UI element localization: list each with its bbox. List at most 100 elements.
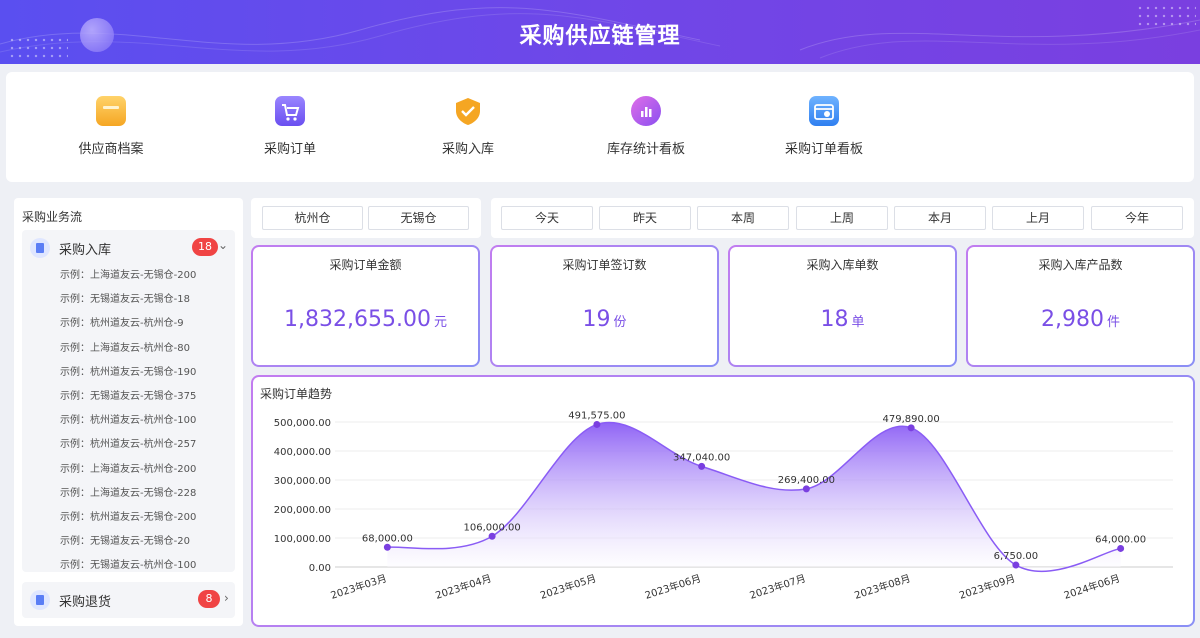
warehouse-button[interactable]: 杭州仓 bbox=[262, 206, 363, 230]
flow-group-header[interactable]: 采购退货 8 › bbox=[22, 582, 235, 616]
data-point[interactable] bbox=[698, 462, 706, 470]
data-label: 106,000.00 bbox=[463, 522, 520, 533]
kpi-number: 2,980 bbox=[1041, 307, 1104, 332]
x-tick-label: 2023年04月 bbox=[434, 571, 493, 601]
list-item[interactable]: 示例：上海道友云-杭州仓-200 bbox=[22, 458, 235, 482]
order-trend-chart: 0.00 100,000.00 200,000.00 300,000.00 400,00… bbox=[274, 410, 1173, 602]
list-item[interactable]: 示例：上海道友云-杭州仓-80 bbox=[22, 337, 235, 361]
quick-nav-order-board[interactable]: 采购订单看板 bbox=[764, 96, 884, 157]
kpi-title: 采购入库产品数 bbox=[1038, 258, 1123, 272]
data-point[interactable] bbox=[907, 424, 915, 432]
quick-nav-label: 采购入库 bbox=[441, 142, 494, 157]
quick-nav-label: 库存统计看板 bbox=[606, 142, 685, 157]
quick-nav-label: 采购订单看板 bbox=[784, 142, 863, 157]
quick-nav-purchase-inbound[interactable]: 采购入库 bbox=[408, 96, 528, 157]
list-item[interactable]: 示例：无锡道友云-无锡仓-18 bbox=[22, 288, 235, 312]
warehouse-button[interactable]: 无锡仓 bbox=[368, 206, 469, 230]
flow-item-list: 示例：上海道友云-无锡仓-200 示例：无锡道友云-无锡仓-18 示例：杭州道友… bbox=[22, 264, 235, 572]
chart-circle-icon bbox=[631, 96, 661, 126]
kpi-title: 采购入库单数 bbox=[806, 258, 879, 272]
list-item[interactable]: 示例：无锡道友云-无锡仓-20 bbox=[22, 530, 235, 554]
list-item[interactable]: 示例：杭州道友云-杭州仓-257 bbox=[22, 433, 235, 457]
data-label: 479,890.00 bbox=[882, 414, 939, 425]
kpi-number: 18 bbox=[820, 307, 849, 332]
date-filter: 今天 昨天 本周 上周 本月 上月 今年 bbox=[491, 198, 1194, 238]
x-tick-label: 2023年08月 bbox=[853, 571, 912, 601]
data-label: 491,575.00 bbox=[568, 410, 625, 421]
quick-nav-inventory-board[interactable]: 库存统计看板 bbox=[586, 96, 706, 157]
count-badge: 18 bbox=[192, 238, 218, 256]
kpi-value: 2,980 件 bbox=[968, 307, 1193, 332]
chart-title: 采购订单趋势 bbox=[260, 387, 333, 401]
x-tick-label: 2023年05月 bbox=[538, 571, 597, 601]
data-label: 64,000.00 bbox=[1095, 534, 1146, 545]
kpi-value: 1,832,655.00 元 bbox=[253, 307, 478, 332]
y-tick-label: 0.00 bbox=[309, 563, 331, 574]
quick-nav-purchase-order[interactable]: 采购订单 bbox=[230, 96, 350, 157]
cart-icon bbox=[275, 96, 305, 126]
list-item[interactable]: 示例：杭州道友云-无锡仓-200 bbox=[22, 506, 235, 530]
chevron-down-icon[interactable]: ⌄ bbox=[218, 238, 228, 252]
data-point[interactable] bbox=[1012, 561, 1020, 569]
date-filter-button[interactable]: 本周 bbox=[697, 206, 789, 230]
x-tick-label: 2023年03月 bbox=[329, 571, 388, 601]
list-item[interactable]: 示例：杭州道友云-杭州仓-9 bbox=[22, 312, 235, 336]
date-filter-button[interactable]: 今年 bbox=[1091, 206, 1183, 230]
x-tick-label: 2024年06月 bbox=[1062, 571, 1121, 601]
list-item[interactable]: 示例：杭州道友云-无锡仓-190 bbox=[22, 361, 235, 385]
data-label: 68,000.00 bbox=[362, 533, 413, 544]
y-tick-label: 100,000.00 bbox=[274, 534, 331, 545]
data-point[interactable] bbox=[1117, 544, 1125, 552]
flow-group-inbound: 采购入库 18 ⌄ 示例：上海道友云-无锡仓-200 示例：无锡道友云-无锡仓-… bbox=[22, 230, 235, 572]
list-item[interactable]: 示例：无锡道友云-无锡仓-375 bbox=[22, 385, 235, 409]
date-filter-button[interactable]: 本月 bbox=[894, 206, 986, 230]
y-tick-label: 500,000.00 bbox=[274, 418, 331, 429]
kpi-value: 19 份 bbox=[492, 307, 717, 332]
flow-group-return[interactable]: 采购退货 8 › bbox=[22, 582, 235, 618]
kpi-card-order-count: 采购订单签订数 19 份 bbox=[490, 245, 719, 367]
document-icon bbox=[30, 590, 50, 610]
data-label: 6,750.00 bbox=[994, 551, 1039, 562]
chevron-right-icon[interactable]: › bbox=[224, 591, 229, 605]
y-tick-label: 200,000.00 bbox=[274, 505, 331, 516]
kpi-card-inbound-products: 采购入库产品数 2,980 件 bbox=[966, 245, 1195, 367]
list-item[interactable]: 示例：杭州道友云-杭州仓-100 bbox=[22, 409, 235, 433]
kpi-value: 18 单 bbox=[730, 307, 955, 332]
x-tick-label: 2023年07月 bbox=[748, 571, 807, 601]
quick-nav-panel: 供应商档案 采购订单 采购入库 库存统计看板 采购订单看板 bbox=[6, 72, 1194, 182]
warehouse-filter: 杭州仓 无锡仓 bbox=[251, 198, 481, 238]
kpi-card-inbound-count: 采购入库单数 18 单 bbox=[728, 245, 957, 367]
business-flow-title: 采购业务流 bbox=[22, 210, 83, 224]
data-point[interactable] bbox=[488, 532, 496, 540]
app-header: 采购供应链管理 bbox=[0, 0, 1200, 64]
shield-check-icon bbox=[453, 96, 483, 126]
date-filter-button[interactable]: 昨天 bbox=[599, 206, 691, 230]
list-item[interactable]: 示例：上海道友云-无锡仓-200 bbox=[22, 264, 235, 288]
list-item[interactable]: 示例：无锡道友云-杭州仓-100 bbox=[22, 554, 235, 572]
data-label: 269,400.00 bbox=[778, 475, 835, 486]
kpi-title: 采购订单金额 bbox=[329, 258, 402, 272]
kpi-title: 采购订单签订数 bbox=[562, 258, 647, 272]
list-item[interactable]: 示例：上海道友云-无锡仓-228 bbox=[22, 482, 235, 506]
trend-area bbox=[387, 422, 1121, 572]
flow-group-header[interactable]: 采购入库 18 ⌄ bbox=[22, 230, 235, 264]
quick-nav-supplier[interactable]: 供应商档案 bbox=[51, 96, 171, 157]
data-point[interactable] bbox=[802, 485, 810, 493]
date-filter-button[interactable]: 今天 bbox=[501, 206, 593, 230]
page-title: 采购供应链管理 bbox=[519, 24, 681, 49]
quick-nav-label: 采购订单 bbox=[263, 142, 316, 157]
kpi-number: 19 bbox=[582, 307, 611, 332]
kpi-unit: 元 bbox=[433, 315, 447, 330]
order-trend-card: 0.00 100,000.00 200,000.00 300,000.00 400,00… bbox=[251, 375, 1195, 627]
kpi-number: 1,832,655.00 bbox=[284, 307, 431, 332]
document-icon bbox=[30, 238, 50, 258]
flow-group-label: 采购入库 bbox=[59, 243, 112, 258]
date-filter-button[interactable]: 上月 bbox=[992, 206, 1084, 230]
kpi-unit: 份 bbox=[613, 315, 627, 330]
data-point[interactable] bbox=[383, 543, 391, 551]
business-flow-panel: 采购业务流 采购入库 18 ⌄ 示例：上海道友云-无锡仓-200 示例：无锡道友… bbox=[14, 198, 243, 626]
date-filter-button[interactable]: 上周 bbox=[796, 206, 888, 230]
kpi-card-order-amount: 采购订单金额 1,832,655.00 元 bbox=[251, 245, 480, 367]
data-point[interactable] bbox=[593, 420, 601, 428]
data-label: 347,040.00 bbox=[673, 452, 730, 463]
